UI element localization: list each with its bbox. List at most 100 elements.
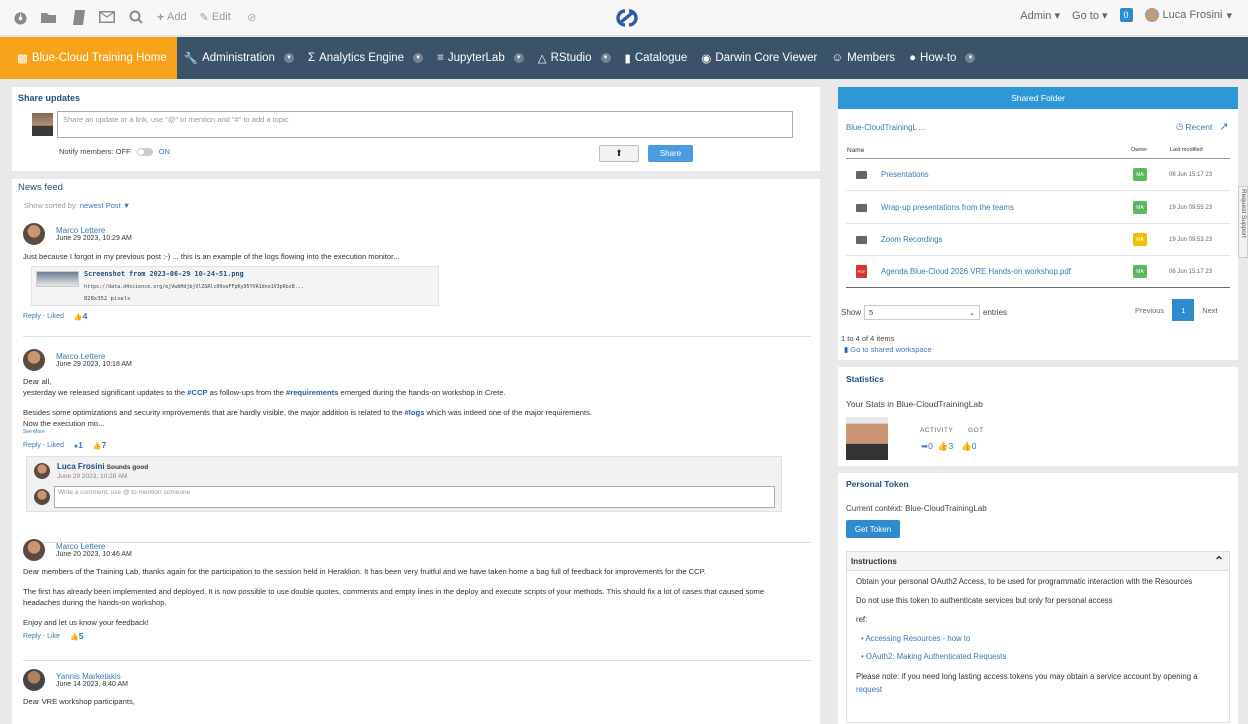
hashtag-link[interactable]: #logs — [405, 408, 425, 417]
admin-menu[interactable]: Admin ▾ — [1020, 9, 1060, 22]
toggle-switch[interactable] — [136, 147, 153, 156]
mail-icon[interactable] — [99, 9, 115, 25]
folder-row[interactable]: Presentations MA 06 Jun 15:17 23 — [846, 159, 1230, 191]
comments-count[interactable]: ●1 — [74, 440, 83, 450]
feed-post: Yannis Marketakis June 14 2023, 8:40 AM … — [23, 669, 811, 719]
nav-home[interactable]: ▩ Blue-Cloud Training Home — [0, 37, 177, 79]
folder-open-icon: ▮ — [844, 345, 849, 354]
chevron-down-icon[interactable]: ▼ — [600, 53, 611, 63]
comment: Luca Frosini Sounds good — [57, 462, 149, 471]
avatar — [23, 223, 45, 245]
post-actions: Reply - Like 👍5 — [23, 631, 811, 641]
get-token-button[interactable]: Get Token — [846, 520, 900, 538]
see-more-link[interactable]: See More — [23, 429, 811, 436]
request-link[interactable]: request — [856, 685, 882, 694]
post-text: Just because I forgot in my previous pos… — [23, 252, 400, 261]
post-text: Enjoy and let us know your feedback! — [23, 618, 149, 627]
nav-how-to[interactable]: ● How-to ▼ — [902, 37, 982, 79]
likes-count[interactable]: 👍4 — [74, 311, 87, 321]
post-author[interactable]: Marco Lettere — [56, 352, 132, 361]
folder-row[interactable]: Zoom Recordings MA 19 Jun 09:53 23 — [846, 224, 1230, 256]
likes-count[interactable]: 👍5 — [70, 631, 83, 641]
file-row[interactable]: PDF Agenda Blue-Cloud 2026 VRE Hands-on … — [846, 256, 1230, 288]
stats-subtitle: Your Stats in Blue-CloudTrainingLab — [846, 399, 983, 409]
share-updates-title: Share updates — [18, 93, 81, 103]
instructions-header[interactable]: Instructions ⌃ — [847, 552, 1229, 571]
post-author[interactable]: Yannis Marketakis — [56, 672, 128, 681]
plus-icon: + — [157, 10, 165, 24]
user-menu[interactable]: Luca Frosini ▾ — [1144, 8, 1232, 22]
goto-menu[interactable]: Go to ▾ — [1072, 9, 1108, 22]
page-size-select[interactable]: 5 ⌄ — [864, 305, 981, 320]
statistics-panel: Statistics Your Stats in Blue-CloudTrain… — [838, 367, 1238, 466]
nav-rstudio[interactable]: △ RStudio ▼ — [531, 37, 618, 79]
d4science-logo[interactable] — [612, 6, 642, 32]
nav-administration[interactable]: 🔧 Administration ▼ — [177, 37, 301, 79]
next-page-button[interactable]: Next — [1202, 306, 1217, 315]
chevron-down-icon[interactable]: ▼ — [965, 53, 976, 63]
reply-link[interactable]: Reply - Liked — [23, 313, 64, 320]
activity-values: ➥0 👍3 👍0 — [921, 441, 977, 451]
hashtag-link[interactable]: #requirements — [286, 388, 338, 397]
nav-members[interactable]: ☺ Members — [824, 37, 902, 79]
post-header: Yannis Marketakis June 14 2023, 8:40 AM — [23, 669, 811, 691]
attachment-card[interactable]: Screenshot from 2023-06-29 10-24-51.png … — [31, 266, 439, 306]
search-icon[interactable] — [128, 9, 144, 25]
doc-link[interactable]: • OAuth2: Making Authenticated Requests — [861, 652, 1006, 661]
upload-button[interactable]: ⬆ — [599, 145, 639, 162]
post-date: June 29 2023, 10:29 AM — [56, 235, 132, 242]
nav-darwin-core-viewer[interactable]: ◉ Darwin Core Viewer — [694, 37, 824, 79]
notifications-badge[interactable]: 0 — [1119, 8, 1133, 22]
comment-input[interactable]: Write a comment, use @ to mention someon… — [54, 486, 775, 508]
chevron-up-icon[interactable]: ⌃ — [1214, 554, 1224, 568]
visibility-off-icon[interactable]: ⊘ — [244, 9, 260, 25]
chevron-down-icon[interactable]: ▼ — [413, 53, 424, 63]
attachment-thumbnail — [36, 271, 79, 287]
thumbs-up-icon: 👍 — [937, 441, 949, 451]
page-1-button[interactable]: 1 — [1172, 299, 1195, 321]
request-support-tab[interactable]: Request Support — [1238, 186, 1248, 258]
nav-analytics-engine[interactable]: Σ Analytics Engine ▼ — [301, 37, 430, 79]
reply-link[interactable]: Reply - Liked — [23, 442, 64, 449]
comment-box: Luca Frosini Sounds good June 29 2023, 1… — [26, 456, 782, 512]
reply-link[interactable]: Reply - Like — [23, 633, 60, 640]
col-owner[interactable]: Owner — [1131, 147, 1147, 153]
shared-folder-header: Shared Folder — [838, 87, 1238, 109]
likes-count[interactable]: 👍7 — [93, 440, 106, 450]
chevron-down-icon: ▾ — [1102, 9, 1108, 22]
edit-button[interactable]: ✎ Edit — [200, 11, 231, 24]
flask-icon: △ — [537, 53, 547, 65]
upload-icon: ⬆ — [615, 148, 623, 158]
dashboard-icon[interactable] — [12, 9, 28, 25]
doc-link[interactable]: • Accessing Resources - how to — [861, 634, 970, 643]
activity-label: ACTIVITY — [920, 427, 954, 434]
goto-shared-workspace-link[interactable]: ▮ Go to shared workspace — [844, 345, 932, 354]
folder-row[interactable]: Wrap-up presentations from the teams MA … — [846, 192, 1230, 224]
top-bar-right: Admin ▾ Go to ▾ 0 Luca Frosini ▾ — [1020, 8, 1232, 22]
nav-catalogue[interactable]: ▮ Catalogue — [618, 37, 695, 79]
col-modified[interactable]: Last modified — [1170, 147, 1203, 153]
folder-open-icon[interactable] — [41, 9, 57, 25]
post-author[interactable]: Marco Lettere — [56, 542, 132, 551]
add-button[interactable]: + Add — [157, 10, 187, 24]
share-button[interactable]: Share — [648, 145, 693, 162]
nav-jupyterlab[interactable]: ≡ JupyterLab ▼ — [430, 37, 531, 79]
chevron-down-icon[interactable]: ▼ — [513, 53, 524, 63]
attachment-name[interactable]: Screenshot from 2023-06-29 10-24-51.png — [84, 270, 244, 278]
notify-members-toggle[interactable]: Notify members: OFF ON — [59, 147, 170, 156]
owner-badge: MA — [1133, 168, 1147, 181]
sort-control[interactable]: Show sorted by: newest Post ▼ — [24, 201, 130, 210]
col-name[interactable]: Name — [847, 147, 864, 154]
external-link-icon: ↗ — [1219, 121, 1229, 133]
post-author[interactable]: Marco Lettere — [56, 226, 132, 235]
share-update-input[interactable]: Share an update or a link, use "@" to me… — [57, 111, 793, 138]
attachment-url: https://data.d4science.org/ejVwbHdjbjVlZ… — [84, 284, 304, 290]
chevron-down-icon[interactable]: ▼ — [283, 53, 294, 63]
post-text: Dear VRE workshop participants, — [23, 697, 135, 706]
recent-link[interactable]: ◷ Recent ↗ — [1176, 120, 1229, 133]
folder-path[interactable]: Blue-CloudTrainingL ... — [846, 123, 925, 132]
previous-page-button[interactable]: Previous — [1135, 306, 1164, 315]
notebook-icon[interactable] — [70, 9, 86, 25]
news-feed-panel: News feed Show sorted by: newest Post ▼ … — [12, 179, 820, 724]
hashtag-link[interactable]: #CCP — [187, 388, 207, 397]
